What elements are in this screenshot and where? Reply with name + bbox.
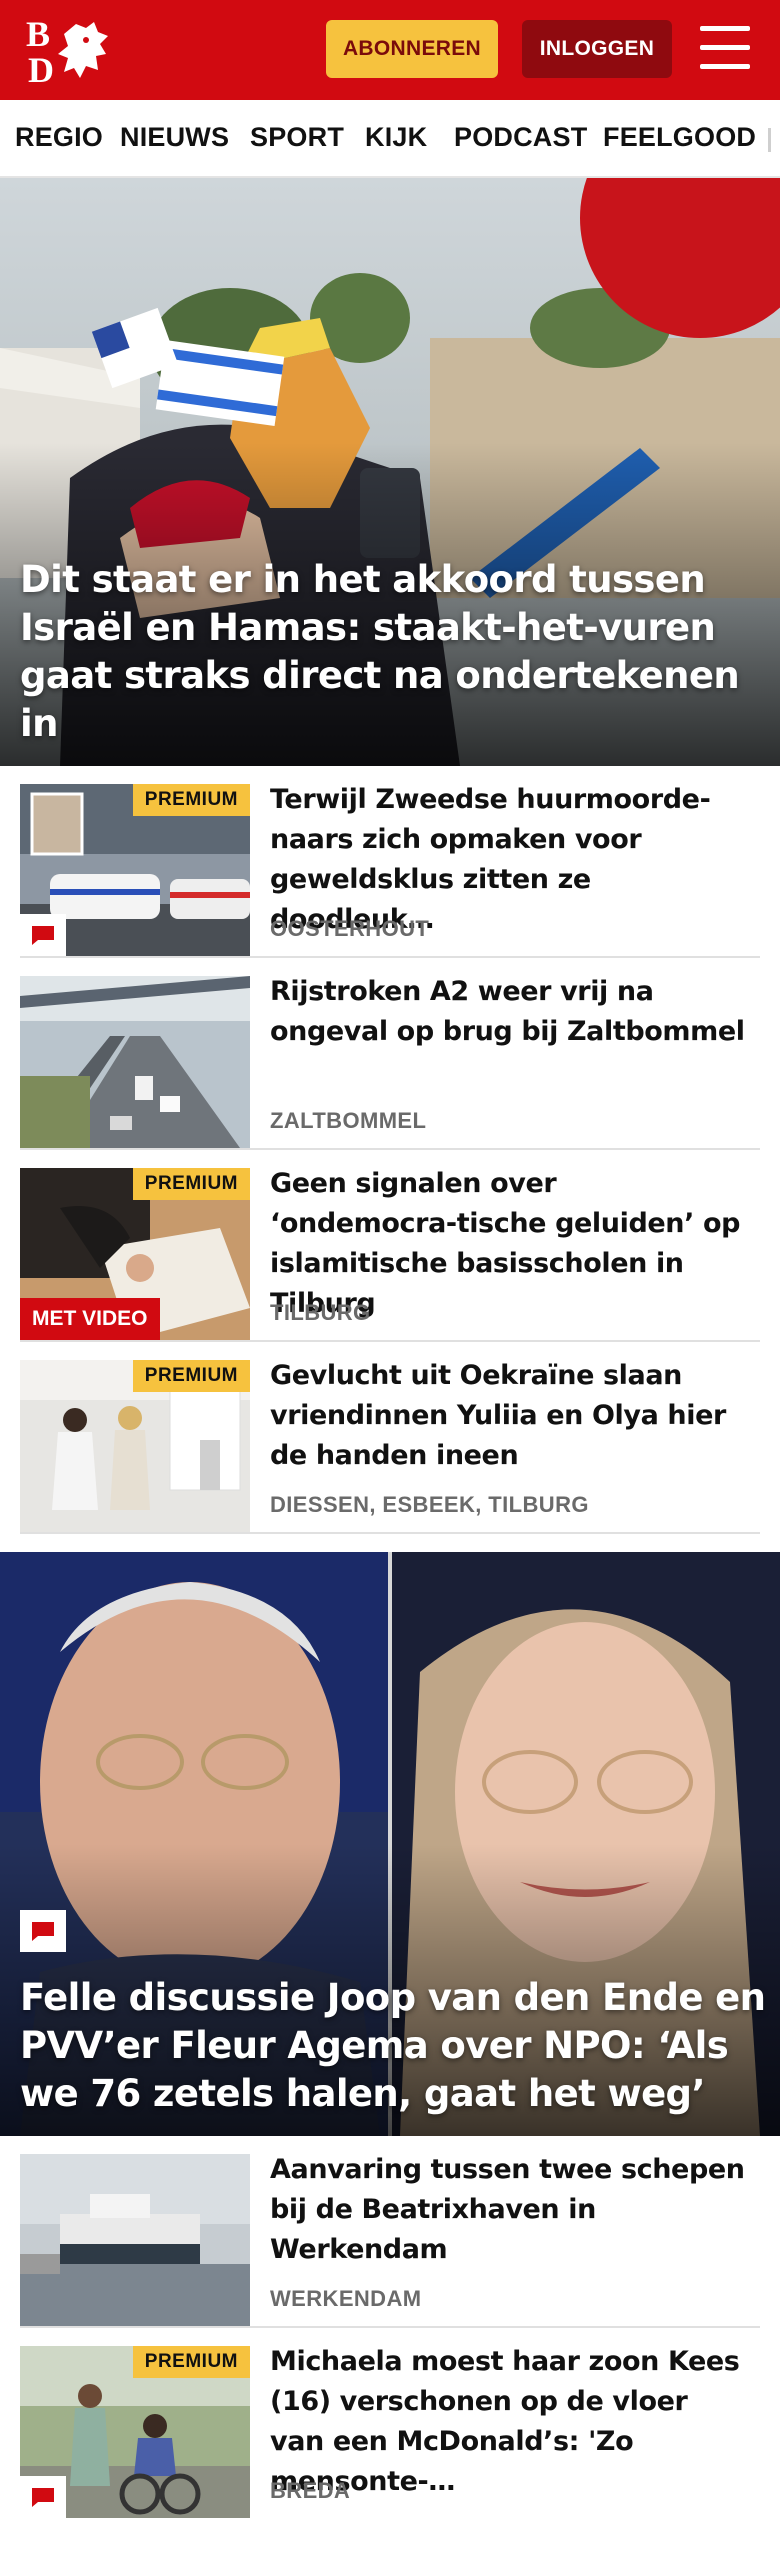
- subscribe-button[interactable]: ABONNEREN: [326, 20, 498, 78]
- bd-logo[interactable]: B D: [24, 14, 114, 86]
- article-thumbnail: PREMIUM MET VIDEO: [20, 1168, 250, 1340]
- comment-icon: [20, 1910, 66, 1952]
- article-location: TILBURG: [270, 1300, 371, 1325]
- nav-item-podcast[interactable]: PODCAST: [454, 122, 587, 153]
- hero-article[interactable]: Dit staat er in het akkoord tussen Israë…: [0, 178, 780, 766]
- list-item[interactable]: PREMIUM Gevlucht uit Oekraïne slaan vrie…: [20, 1342, 760, 1534]
- login-button[interactable]: INLOGGEN: [522, 20, 672, 78]
- nav-item-regio[interactable]: REGIO: [15, 122, 103, 153]
- hero-headline[interactable]: Dit staat er in het akkoord tussen Israë…: [20, 556, 770, 748]
- article-thumbnail: PREMIUM: [20, 784, 250, 956]
- article-location: DIESSEN, ESBEEK, TILBURG: [270, 1492, 589, 1517]
- article-location: OOSTERHOUT: [270, 916, 430, 941]
- list-item[interactable]: PREMIUM Terwijl Zweedse huurmoorde-naars…: [20, 766, 760, 958]
- list-item[interactable]: PREMIUM Michaela moest haar zoon Kees (1…: [20, 2328, 760, 2520]
- premium-badge: PREMIUM: [132, 1168, 250, 1200]
- site-header: B D ABONNEREN INLOGGEN: [0, 0, 780, 100]
- article-thumbnail: [20, 2154, 250, 2326]
- nav-overflow-indicator: [768, 128, 771, 152]
- list-item[interactable]: Aanvaring tussen twee schepen bij de Bea…: [20, 2136, 760, 2328]
- premium-badge: PREMIUM: [132, 784, 250, 816]
- hamburger-menu-icon[interactable]: [700, 26, 750, 70]
- article-location: BREDA: [270, 2478, 351, 2503]
- premium-badge: PREMIUM: [132, 2346, 250, 2378]
- article-thumbnail: [20, 976, 250, 1148]
- featured-headline[interactable]: Felle discussie Joop van den Ende en PVV…: [20, 1974, 770, 2118]
- video-badge: MET VIDEO: [20, 1298, 160, 1340]
- nav-item-sport[interactable]: SPORT: [250, 122, 344, 153]
- list-item[interactable]: PREMIUM MET VIDEO Geen signalen over ‘on…: [20, 1150, 760, 1342]
- article-title[interactable]: Rijstroken A2 weer vrij na ongeval op br…: [270, 972, 750, 1052]
- article-location: ZALTBOMMEL: [270, 1108, 427, 1133]
- svg-text:D: D: [28, 50, 54, 86]
- list-item[interactable]: Rijstroken A2 weer vrij na ongeval op br…: [20, 958, 760, 1150]
- featured-article[interactable]: Felle discussie Joop van den Ende en PVV…: [0, 1552, 780, 2136]
- nav-item-feelgood[interactable]: FEELGOOD: [603, 122, 756, 153]
- comment-icon: [20, 914, 66, 956]
- article-thumbnail: PREMIUM: [20, 2346, 250, 2518]
- nav-item-kijk[interactable]: KIJK: [365, 122, 427, 153]
- article-location: WERKENDAM: [270, 2286, 422, 2311]
- section-nav: REGIO NIEUWS SPORT KIJK PODCAST FEELGOOD: [0, 100, 780, 178]
- article-title[interactable]: Gevlucht uit Oekraïne slaan vriendinnen …: [270, 1356, 750, 1476]
- svg-text:B: B: [26, 14, 50, 54]
- article-thumbnail: PREMIUM: [20, 1360, 250, 1532]
- premium-badge: PREMIUM: [132, 1360, 250, 1392]
- nav-item-nieuws[interactable]: NIEUWS: [120, 122, 229, 153]
- comment-icon: [20, 2476, 66, 2518]
- article-title[interactable]: Aanvaring tussen twee schepen bij de Bea…: [270, 2150, 750, 2270]
